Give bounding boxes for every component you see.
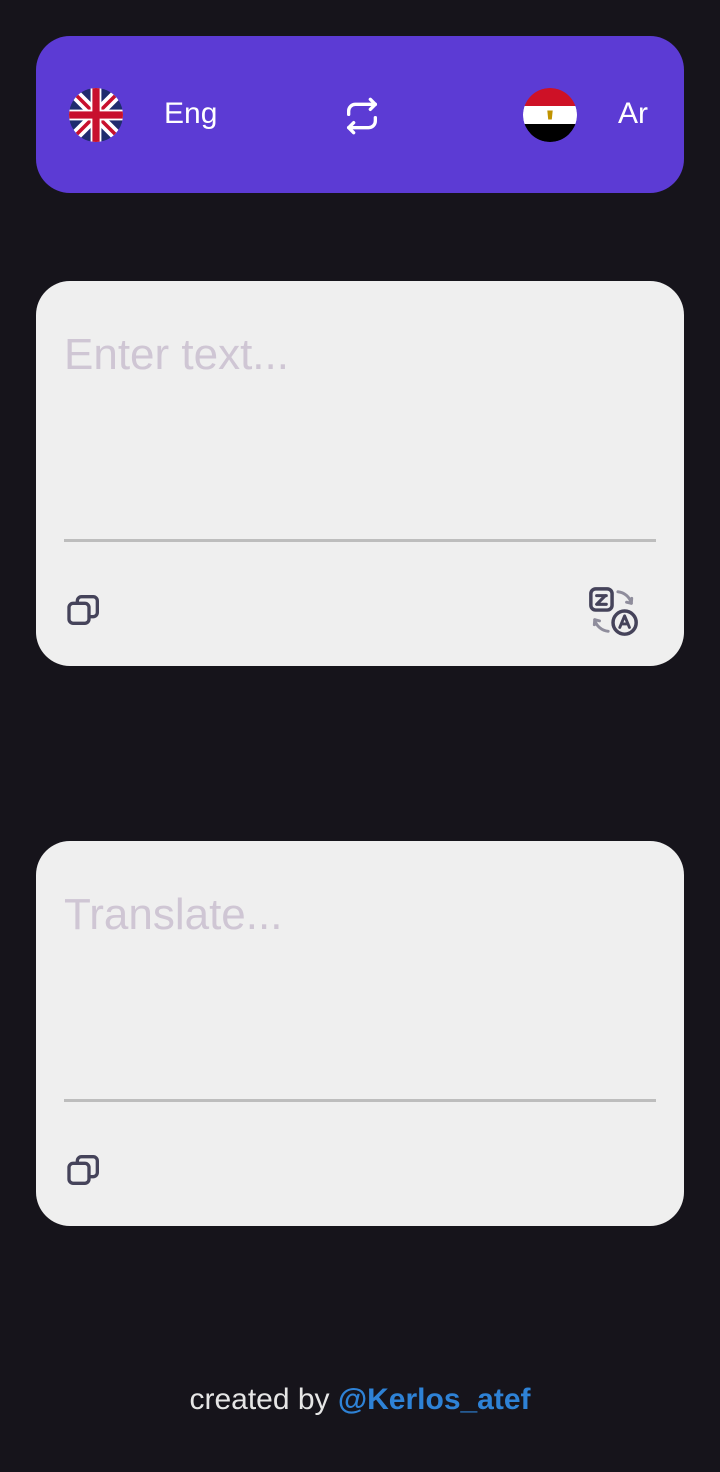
footer-prefix: created by [189,1383,338,1416]
translator-screen: Eng Ar Enter text... Translate... create… [0,0,720,1472]
copy-output-button[interactable] [60,1146,108,1194]
output-underline [64,1099,656,1102]
input-text-field[interactable] [64,327,656,527]
output-text-field[interactable] [64,887,656,1087]
copy-input-button[interactable] [60,586,108,634]
copy-icon [67,1155,100,1185]
translate-button[interactable] [586,584,642,640]
author-handle-link[interactable]: @Kerlos_atef [338,1383,531,1416]
input-card [36,281,684,666]
uk-flag-icon[interactable] [69,88,123,142]
egypt-flag-icon[interactable] [523,88,577,142]
swap-languages-button[interactable] [340,94,384,138]
output-card [36,841,684,1226]
footer-credit: created by @Kerlos_atef [0,1382,720,1418]
target-language-label[interactable]: Ar [618,96,648,132]
swap-arrows-icon [347,97,377,135]
input-underline [64,539,656,542]
copy-icon [67,595,100,625]
source-language-label[interactable]: Eng [164,96,217,132]
translate-icon [589,587,638,636]
language-bar: Eng Ar [36,36,684,193]
